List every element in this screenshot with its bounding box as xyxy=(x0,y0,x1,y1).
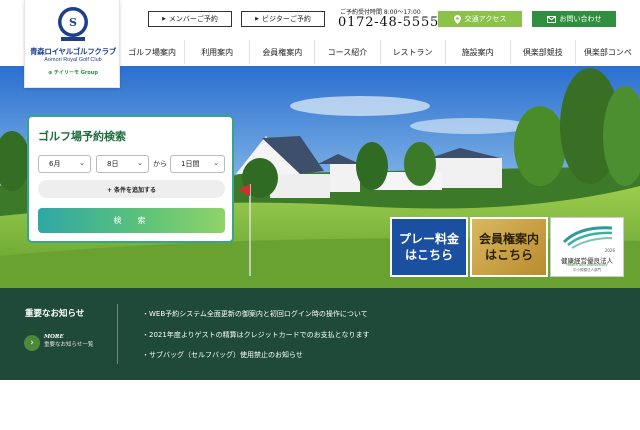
chevron-down-icon: ⌄ xyxy=(213,159,219,167)
notice-item[interactable]: ・WEB予約システム全面更新の御案内と初回ログイン時の操作について xyxy=(142,309,368,319)
day-select[interactable]: 8日 ⌄ xyxy=(96,155,149,173)
nav-item-facilities[interactable]: 施設案内 xyxy=(444,40,510,64)
health-certification-logo-icon xyxy=(562,226,613,249)
month-select[interactable]: 6月 ⌄ xyxy=(38,155,91,173)
date-separator: から xyxy=(153,160,167,168)
club-emblem-icon: S xyxy=(58,7,88,41)
logo-name-ja: 青森ロイヤルゴルフクラブ xyxy=(29,47,117,56)
reservation-search-panel: ゴルフ場予約検索 6月 ⌄ 8日 ⌄ から 1日間 ⌄ + 条件を追加する 検 … xyxy=(27,115,234,243)
phone-number[interactable]: 0172-48-5555 xyxy=(338,15,439,30)
logo-sponsor: ⊕ チイリーモ Group xyxy=(48,70,98,76)
play-fee-line1: プレー料金 xyxy=(398,232,459,246)
notices-divider xyxy=(117,304,118,364)
membership-line1: 会員権案内 xyxy=(478,232,539,246)
health-year: 2026 xyxy=(604,248,615,253)
notice-item[interactable]: ・2021年度よりゲストの精算はクレジットカードでのお支払となります xyxy=(142,330,369,340)
chevron-down-icon: ⌄ xyxy=(137,159,143,167)
more-link[interactable]: MORE xyxy=(44,334,64,340)
visitor-reservation-label: ビジターご予約 xyxy=(261,15,311,23)
nav-item-club-competition[interactable]: 倶楽部競技 xyxy=(509,40,575,64)
nav-item-restaurant[interactable]: レストラン xyxy=(379,40,445,64)
arrow-right-icon: ▶ xyxy=(162,16,166,22)
logo-name-en: Aomori Royal Golf Club xyxy=(44,57,102,63)
duration-select-value: 1日間 xyxy=(181,160,200,168)
health-management-banner[interactable]: 2026 健康経営優良法人 Health and productivity 中小… xyxy=(550,217,624,277)
important-notices-section: 重要なお知らせ › MORE 重要なお知らせ一覧 ・WEB予約システム全面更新の… xyxy=(0,288,640,380)
add-condition-button[interactable]: + 条件を追加する xyxy=(38,180,225,198)
play-fee-line2: はこちら xyxy=(404,248,453,262)
membership-line2: はこちら xyxy=(484,248,533,262)
member-reservation-label: メンバーご予約 xyxy=(168,15,218,23)
map-pin-icon xyxy=(453,14,461,24)
membership-banner[interactable]: 会員権案内 はこちら xyxy=(470,217,548,277)
nav-item-golf-course-guide[interactable]: ゴルフ場案内 xyxy=(120,40,184,64)
nav-item-club-compe[interactable]: 倶楽部コンペ xyxy=(574,40,640,64)
duration-select[interactable]: 1日間 ⌄ xyxy=(170,155,225,173)
member-reservation-button[interactable]: ▶ メンバーご予約 xyxy=(148,11,232,27)
notices-title: 重要なお知らせ xyxy=(25,309,85,319)
notice-item[interactable]: ・サブバッグ（セルフバッグ）使用禁止のお知らせ xyxy=(142,350,303,360)
chevron-down-icon: ⌄ xyxy=(79,159,85,167)
search-panel-title: ゴルフ場予約検索 xyxy=(38,130,126,143)
mail-icon xyxy=(546,15,556,23)
more-link-sub[interactable]: 重要なお知らせ一覧 xyxy=(44,341,94,349)
nav-item-usage-guide[interactable]: 利用案内 xyxy=(184,40,249,64)
contact-label: お問い合わせ xyxy=(559,15,602,23)
chevron-right-icon[interactable]: › xyxy=(24,335,40,351)
access-label: 交通アクセス xyxy=(464,15,507,23)
nav-item-membership[interactable]: 会員権案内 xyxy=(249,40,314,64)
contact-button[interactable]: お問い合わせ xyxy=(532,11,616,27)
month-select-value: 6月 xyxy=(49,160,61,168)
arrow-right-icon: ▶ xyxy=(255,16,259,22)
nav-item-course[interactable]: コース紹介 xyxy=(314,40,379,64)
visitor-reservation-button[interactable]: ▶ ビジターご予約 xyxy=(241,11,325,27)
svg-text:S: S xyxy=(69,16,77,29)
play-fee-banner[interactable]: プレー料金 はこちら xyxy=(390,217,468,277)
access-button[interactable]: 交通アクセス xyxy=(438,11,522,27)
day-select-value: 8日 xyxy=(107,160,119,168)
health-title-en: Health and productivity xyxy=(566,263,608,267)
health-category: 中小規模法人部門 xyxy=(573,268,601,272)
search-submit-button[interactable]: 検 索 xyxy=(38,208,225,233)
site-logo[interactable]: S 青森ロイヤルゴルフクラブ Aomori Royal Golf Club ⊕ … xyxy=(24,0,120,88)
main-nav: ゴルフ場案内 利用案内 会員権案内 コース紹介 レストラン 施設案内 倶楽部競技… xyxy=(120,40,640,64)
